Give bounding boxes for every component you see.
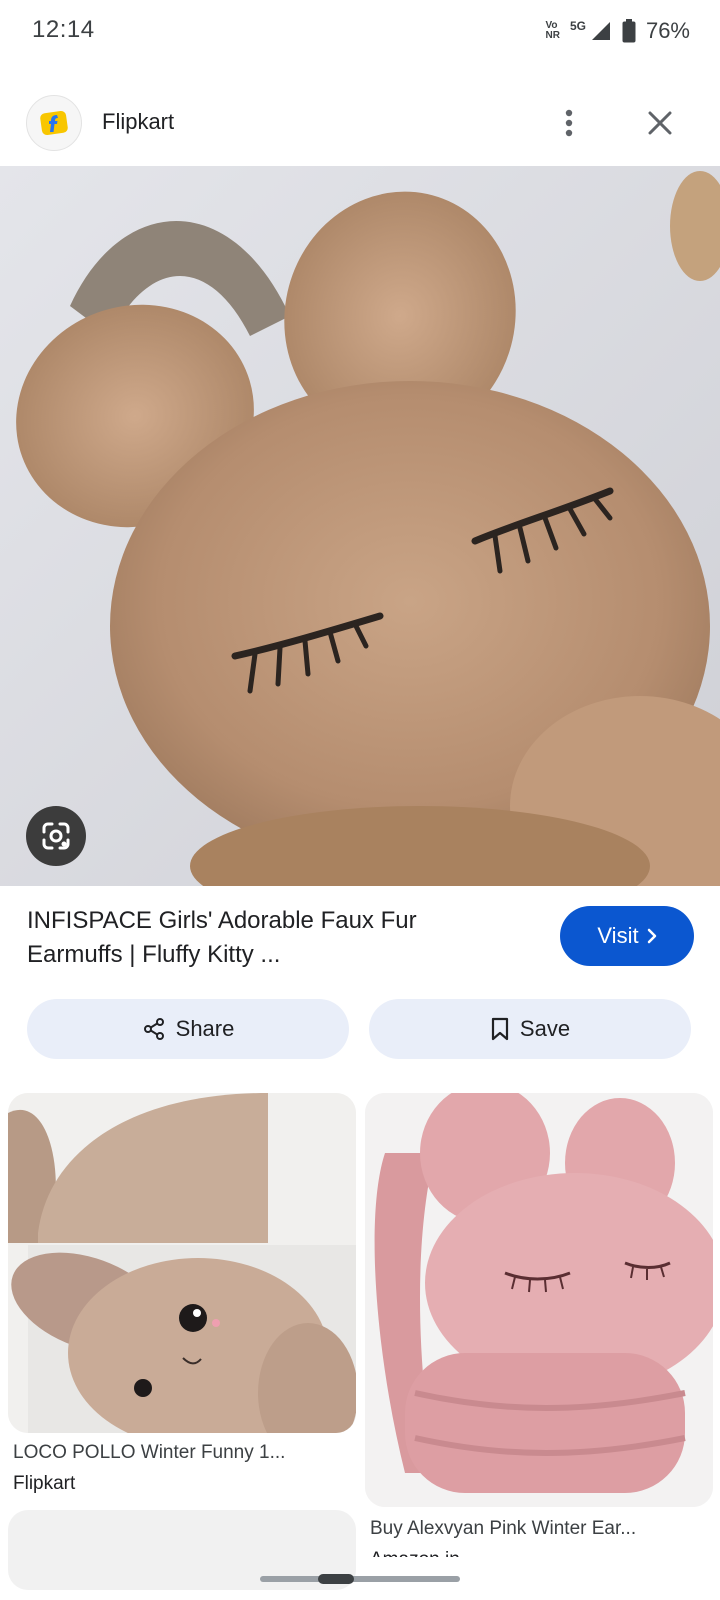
result-source[interactable]: Flipkart (13, 1473, 75, 1495)
save-button[interactable]: Save (369, 999, 691, 1059)
save-label: Save (519, 1016, 571, 1041)
share-icon (143, 1018, 164, 1040)
close-button[interactable] (640, 103, 680, 143)
product-title[interactable]: INFISPACE Girls' Adorable Faux Fur Earmu… (27, 904, 497, 972)
result-source[interactable]: Amazon.in (370, 1549, 670, 1557)
site-header: Flipkart (0, 85, 720, 163)
chevron-right-icon (647, 928, 656, 944)
network-type: 5G (569, 19, 586, 33)
battery-icon (622, 19, 636, 43)
gesture-bar[interactable] (260, 1576, 460, 1582)
lens-icon (42, 822, 70, 850)
status-bar: 12:14 Vo NR 5G 76% (0, 0, 720, 62)
brown-bunny-image (8, 1093, 356, 1433)
result-image[interactable] (8, 1093, 356, 1433)
more-vert-icon (565, 109, 573, 137)
google-lens-button[interactable] (26, 806, 86, 866)
result-title[interactable]: LOCO POLLO Winter Funny 1... (13, 1442, 285, 1464)
product-image[interactable] (0, 166, 720, 886)
status-time: 12:14 (32, 16, 95, 43)
result-title[interactable]: Buy Alexvyan Pink Winter Ear... (370, 1518, 636, 1540)
visit-button[interactable]: Visit (560, 906, 694, 966)
status-icons: Vo NR 5G 76% (545, 16, 690, 46)
result-image[interactable] (365, 1093, 713, 1507)
close-icon (648, 111, 672, 135)
site-name[interactable]: Flipkart (102, 109, 174, 135)
more-options-button[interactable] (556, 103, 582, 143)
volte-indicator: Vo NR (545, 20, 560, 41)
result-source-clip: Amazon.in (370, 1549, 670, 1557)
bookmark-icon (491, 1017, 509, 1041)
share-label: Share (175, 1016, 235, 1041)
share-button[interactable]: Share (27, 999, 349, 1059)
pink-bunny-image (365, 1093, 713, 1507)
flipkart-logo[interactable] (26, 95, 82, 151)
signal-icon (591, 22, 610, 40)
gesture-bar-indicator (318, 1574, 354, 1584)
flipkart-logo-icon (40, 110, 68, 136)
bunny-earmuff-image (0, 166, 720, 886)
battery-level: 76% (645, 18, 690, 43)
visit-label: Visit (597, 923, 639, 948)
